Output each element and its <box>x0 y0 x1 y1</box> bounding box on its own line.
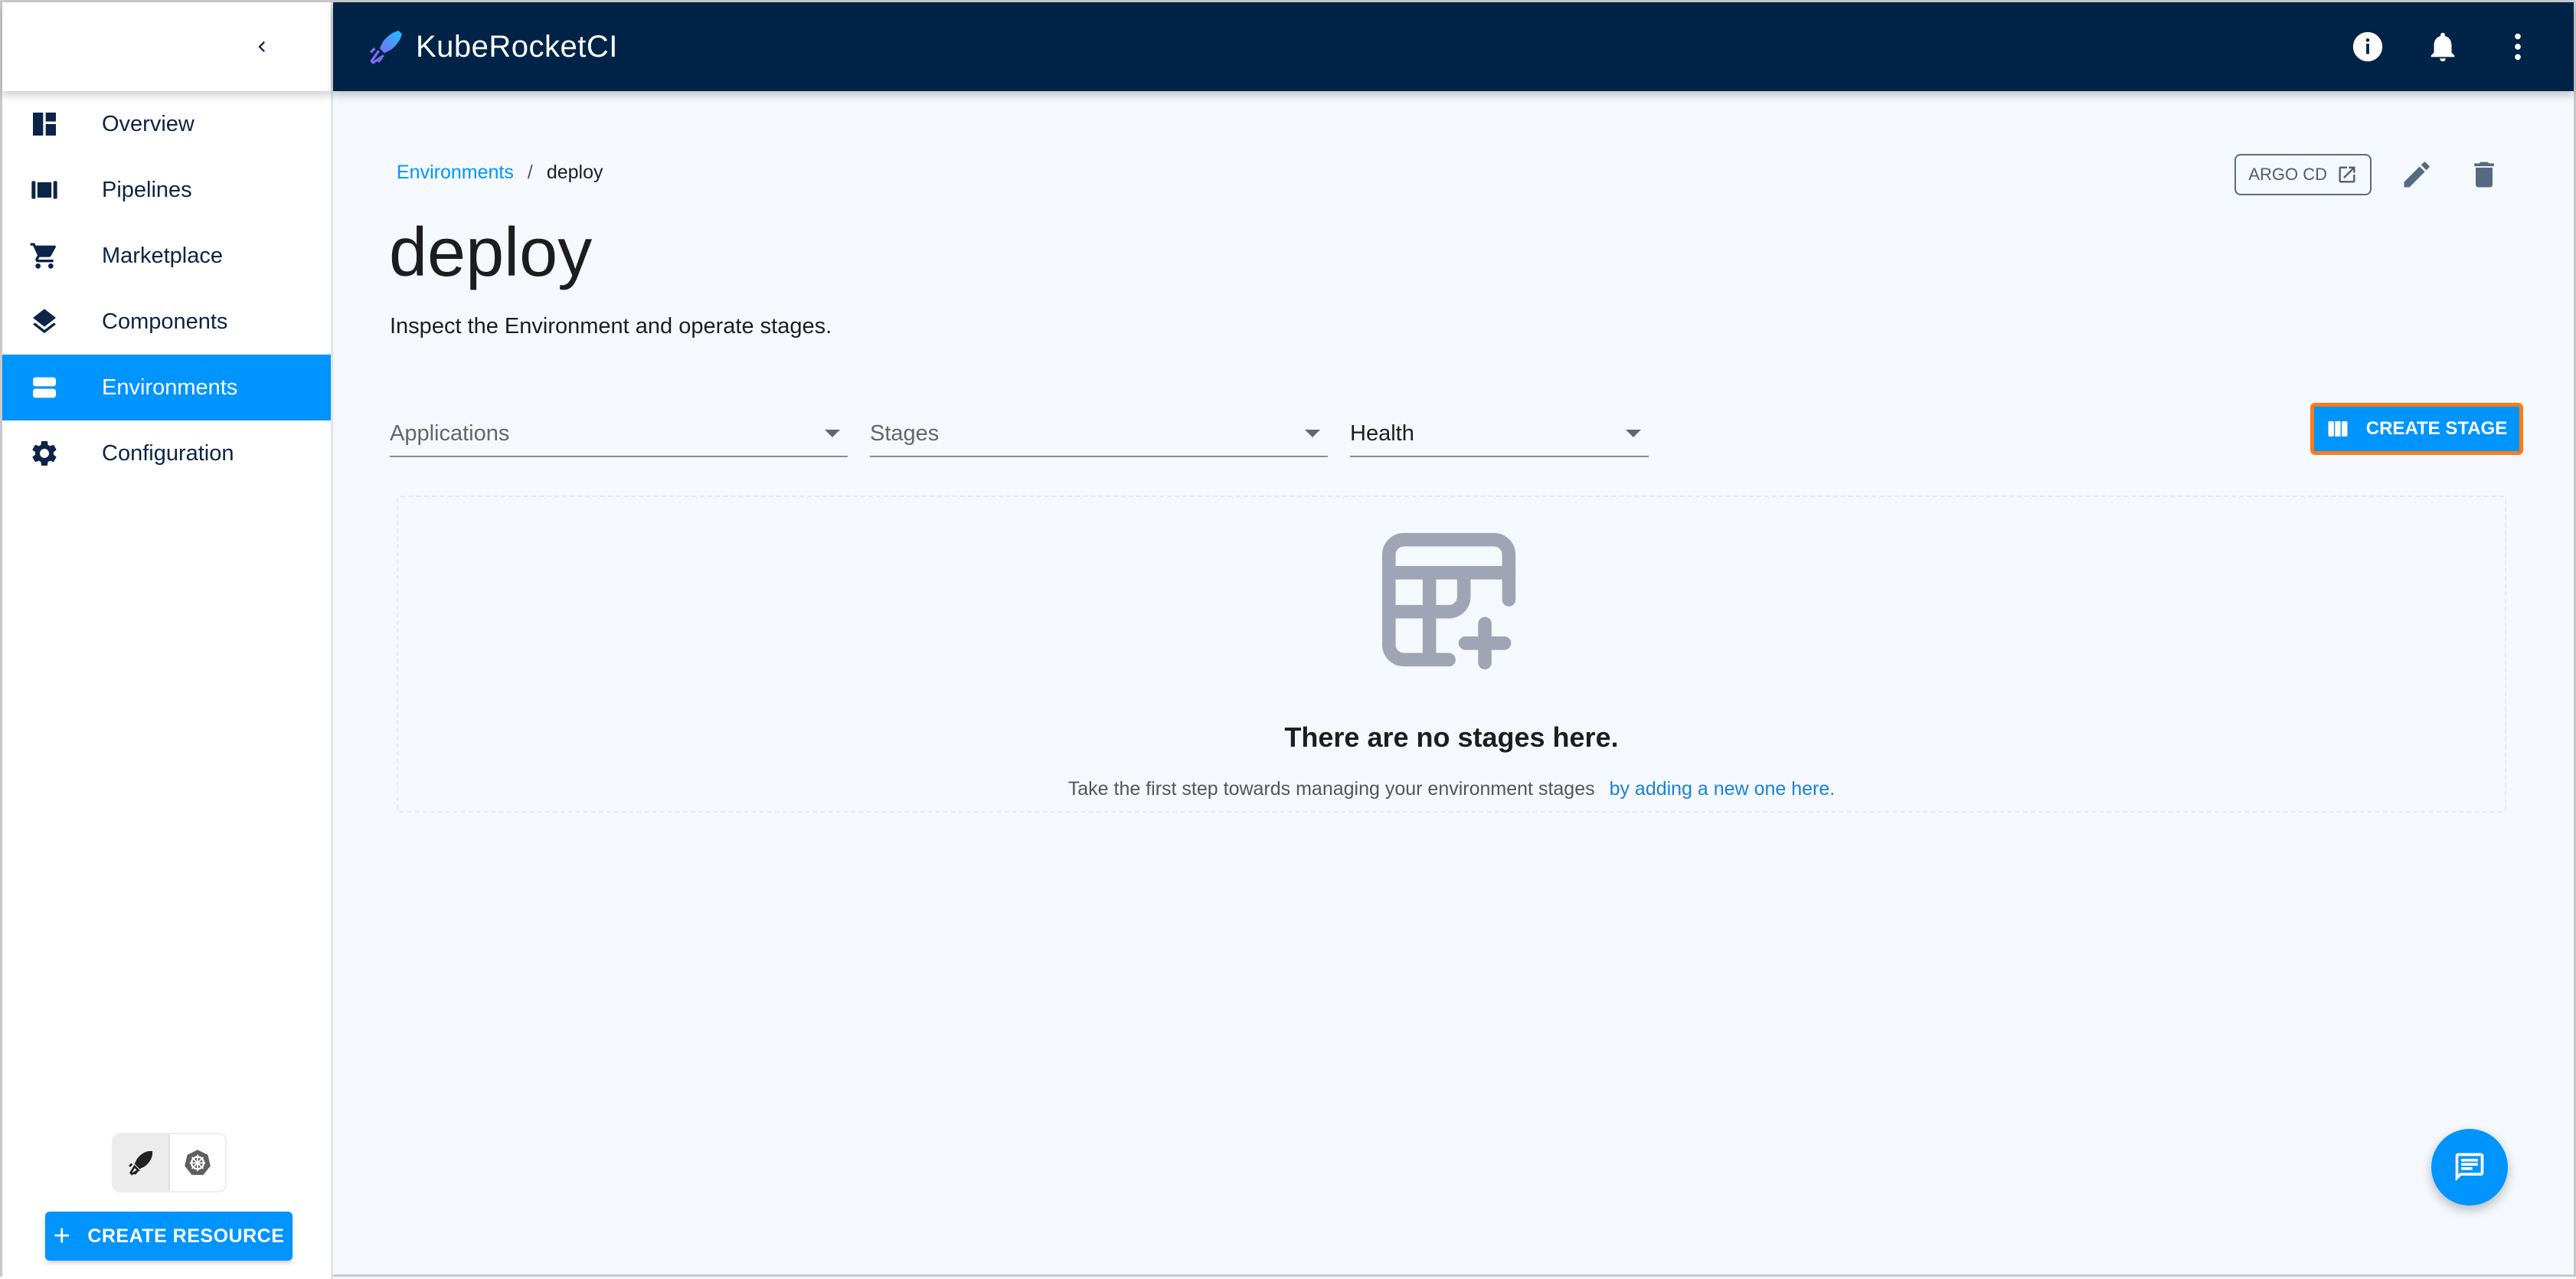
rocket-icon <box>129 1151 152 1176</box>
table-add-icon <box>1377 529 1527 675</box>
page-subtitle: Inspect the Environment and operate stag… <box>390 314 832 339</box>
mode-toggle-krci[interactable] <box>113 1134 170 1191</box>
chat-fab-button[interactable] <box>2431 1129 2508 1205</box>
environments-icon <box>25 368 64 407</box>
dropdown-caret-icon <box>825 430 840 437</box>
notifications-button[interactable] <box>2421 25 2465 69</box>
more-options-button[interactable] <box>2496 25 2540 69</box>
create-stage-label: CREATE STAGE <box>2365 418 2508 439</box>
empty-state-description: Take the first step towards managing you… <box>1068 778 1835 800</box>
argo-cd-label: ARGO CD <box>2248 165 2327 184</box>
mode-toggle-kubernetes[interactable] <box>170 1134 225 1191</box>
pencil-icon <box>2404 162 2430 188</box>
main-content: Environments / deploy ARGO CD deploy Ins… <box>333 91 2574 1274</box>
pipelines-icon <box>25 171 64 209</box>
kubernetes-icon <box>185 1150 211 1176</box>
more-vert-icon <box>2515 33 2521 61</box>
breadcrumb-separator: / <box>527 162 533 183</box>
app-title: KubeRocketCI <box>416 29 618 64</box>
filters-bar: Applications Stages Health <box>390 411 1649 457</box>
sidebar-item-configuration[interactable]: Configuration <box>2 420 331 486</box>
edit-button[interactable] <box>2395 152 2439 197</box>
breadcrumb-current: deploy <box>546 162 603 183</box>
create-resource-button[interactable]: + CREATE RESOURCE <box>45 1212 293 1261</box>
sidebar-item-label: Environments <box>102 375 238 400</box>
stages-select-label: Stages <box>870 420 940 446</box>
sidebar-item-marketplace[interactable]: Marketplace <box>2 223 331 289</box>
sidebar-item-label: Marketplace <box>102 243 223 268</box>
cart-icon <box>25 237 64 275</box>
mode-toggle <box>112 1133 227 1192</box>
chat-icon <box>2455 1153 2484 1182</box>
trash-icon <box>2474 162 2494 188</box>
stages-select[interactable]: Stages <box>870 411 1328 457</box>
sidebar-item-environments[interactable]: Environments <box>2 355 331 420</box>
sidebar-item-pipelines[interactable]: Pipelines <box>2 157 331 223</box>
create-stage-highlight: CREATE STAGE <box>2310 403 2523 455</box>
argo-cd-button[interactable]: ARGO CD <box>2234 154 2372 195</box>
page-title: deploy <box>389 214 593 291</box>
add-stage-link[interactable]: by adding a new one here. <box>1610 778 1836 800</box>
create-resource-label: CREATE RESOURCE <box>87 1225 285 1247</box>
app-logo[interactable]: KubeRocketCI <box>367 28 618 66</box>
layers-icon <box>25 303 64 341</box>
plus-icon: + <box>53 1220 71 1252</box>
dropdown-caret-icon <box>1305 430 1320 437</box>
sidebar-item-label: Components <box>102 309 228 334</box>
create-stage-button[interactable]: CREATE STAGE <box>2314 407 2519 451</box>
sidebar-item-overview[interactable]: Overview <box>2 91 331 157</box>
sidebar-nav: Overview Pipelines Marketplace Component… <box>2 91 331 486</box>
health-select-label: Health <box>1350 420 1414 446</box>
view-columns-icon <box>2328 421 2348 437</box>
rocket-logo-icon <box>370 31 402 64</box>
sidebar-header <box>2 2 331 91</box>
empty-state-title: There are no stages here. <box>1284 721 1619 753</box>
header-actions <box>2346 25 2540 69</box>
app-header: KubeRocketCI <box>333 2 2574 91</box>
info-icon <box>2352 31 2383 62</box>
applications-select[interactable]: Applications <box>390 411 848 457</box>
sidebar-item-label: Pipelines <box>102 177 192 202</box>
sidebar-item-label: Overview <box>102 111 195 136</box>
collapse-sidebar-button[interactable] <box>239 24 285 70</box>
external-link-icon <box>2336 164 2358 185</box>
gear-icon <box>25 434 64 473</box>
dashboard-icon <box>25 105 64 143</box>
info-button[interactable] <box>2346 25 2390 69</box>
dropdown-caret-icon <box>1626 430 1641 437</box>
breadcrumb: Environments / deploy <box>397 162 603 184</box>
empty-state-text: Take the first step towards managing you… <box>1067 778 1595 800</box>
empty-state: There are no stages here. Take the first… <box>397 496 2506 813</box>
sidebar-item-label: Configuration <box>102 440 234 466</box>
breadcrumb-environments-link[interactable]: Environments <box>397 162 514 184</box>
health-select[interactable]: Health <box>1350 411 1649 457</box>
sidebar-item-components[interactable]: Components <box>2 289 331 355</box>
sidebar: Overview Pipelines Marketplace Component… <box>2 2 333 1279</box>
delete-button[interactable] <box>2462 152 2506 197</box>
page-actions: ARGO CD <box>2234 152 2506 197</box>
chevron-left-icon <box>258 41 265 52</box>
applications-select-label: Applications <box>390 420 510 446</box>
bell-icon <box>2431 32 2455 62</box>
